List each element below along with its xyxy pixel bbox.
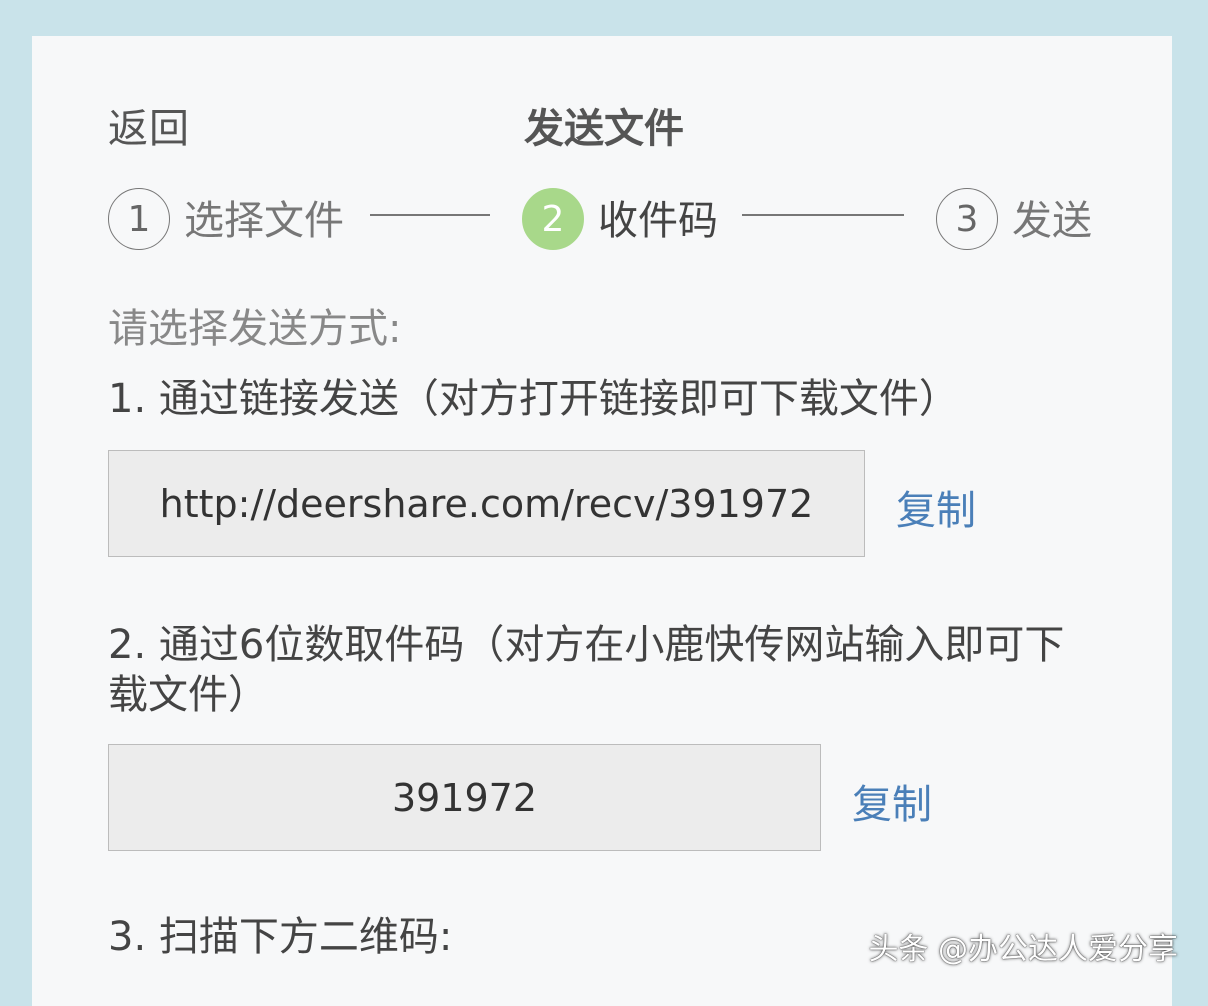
link-option-heading: 1. 通过链接发送（对方打开链接即可下载文件） bbox=[108, 376, 959, 422]
page-title: 发送文件 bbox=[524, 106, 684, 152]
step-1-label: 选择文件 bbox=[184, 198, 344, 244]
copy-code-button[interactable]: 复制 bbox=[852, 772, 932, 830]
code-option-heading: 2. 通过6位数取件码（对方在小鹿快传网站输入即可下载文件） bbox=[108, 622, 1065, 718]
copy-link-button[interactable]: 复制 bbox=[896, 478, 976, 536]
step-2-label: 收件码 bbox=[598, 198, 718, 244]
send-method-prompt: 请选择发送方式: bbox=[108, 306, 402, 352]
step-connector-1 bbox=[370, 214, 490, 216]
step-3-label: 发送 bbox=[1012, 198, 1092, 244]
step-1-circle: 1 bbox=[108, 188, 170, 250]
step-2-circle: 2 bbox=[522, 188, 584, 250]
pickup-code-field[interactable]: 391972 bbox=[108, 744, 821, 851]
watermark: 头条 @办公达人爱分享 bbox=[868, 932, 1178, 967]
share-link-field[interactable]: http://deershare.com/recv/391972 bbox=[108, 450, 865, 557]
step-3-circle: 3 bbox=[936, 188, 998, 250]
qr-option-heading: 3. 扫描下方二维码: bbox=[108, 914, 453, 960]
step-connector-2 bbox=[742, 214, 904, 216]
